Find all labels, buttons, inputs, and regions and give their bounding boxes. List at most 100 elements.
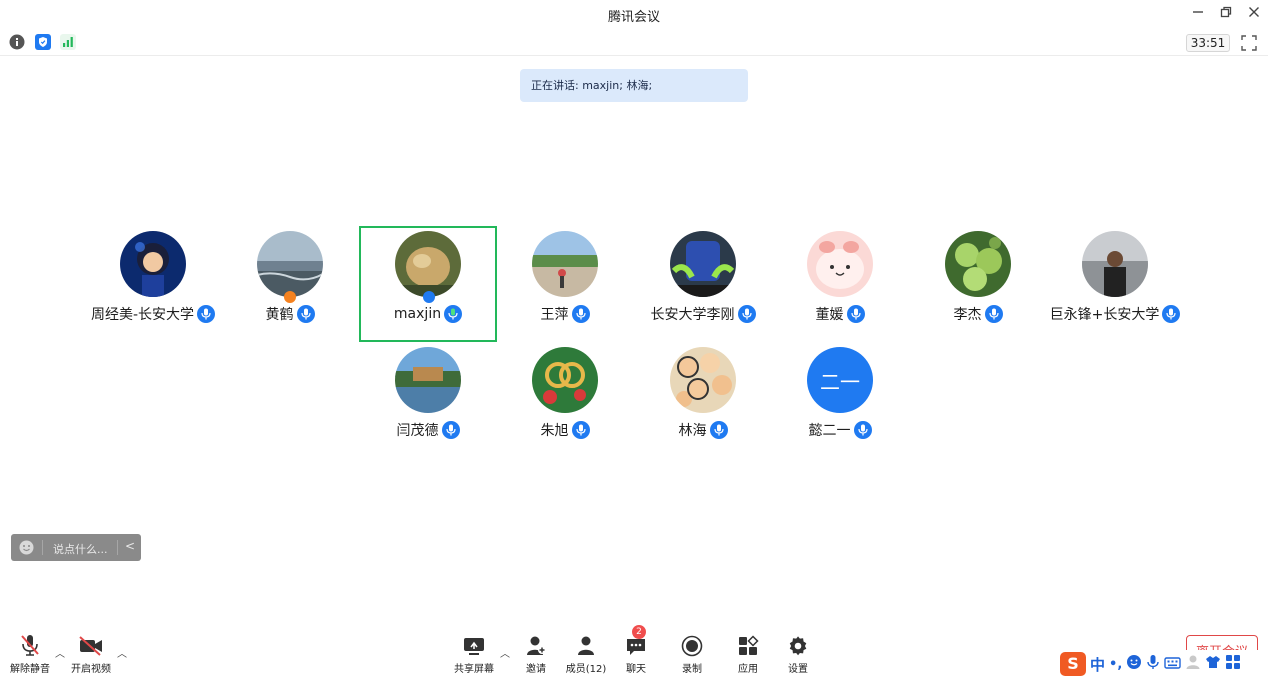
participant-name: 李杰 [953, 307, 982, 323]
ime-keyboard-icon[interactable] [1164, 655, 1181, 674]
participant-tile[interactable]: 朱旭 [496, 342, 634, 458]
avatar [807, 231, 873, 297]
collapse-chat-button[interactable]: < [125, 539, 135, 553]
avatar [257, 231, 323, 297]
members-label: 成员(12) [565, 664, 607, 675]
restore-icon[interactable] [1214, 4, 1238, 24]
ime-emoji-icon[interactable] [1126, 654, 1142, 674]
mic-icon [441, 421, 460, 439]
emoji-icon[interactable] [19, 540, 34, 555]
ime-menu-icon[interactable] [1225, 654, 1241, 674]
apps-icon [734, 633, 762, 657]
gear-icon [784, 633, 812, 657]
share-screen-icon [452, 633, 496, 657]
ime-user-icon[interactable] [1185, 654, 1201, 674]
participant-tile[interactable]: 董媛 [771, 226, 909, 342]
mic-icon [853, 421, 872, 439]
chat-quick-input[interactable]: 说点什么... < [11, 534, 141, 561]
participant-name: 朱旭 [540, 423, 569, 439]
participant-tile[interactable]: 巨永锋+长安大学 [1046, 226, 1184, 342]
minimize-icon[interactable] [1186, 4, 1210, 24]
avatar: 二一 [807, 347, 873, 413]
user-badge-icon [423, 291, 435, 303]
participant-tile[interactable]: 王萍 [496, 226, 634, 342]
avatar [120, 231, 186, 297]
fullscreen-icon[interactable] [1240, 34, 1258, 52]
video-off-icon [68, 633, 114, 657]
shield-icon[interactable] [35, 34, 51, 50]
avatar [945, 231, 1011, 297]
participant-tile-active[interactable]: maxjin [359, 226, 497, 342]
mic-icon [984, 305, 1003, 323]
participant-tile[interactable]: 闫茂德 [359, 342, 497, 458]
ime-punct-toggle[interactable]: •, [1109, 657, 1122, 672]
participant-tile[interactable]: 黄鹤 [221, 226, 359, 342]
status-bar: 33:51 [0, 28, 1268, 56]
ime-voice-icon[interactable] [1146, 654, 1160, 674]
divider [117, 540, 118, 555]
info-icon[interactable] [9, 34, 25, 50]
apps-button[interactable]: 应用 [734, 633, 762, 675]
participant-name: 林海 [678, 423, 707, 439]
avatar [532, 347, 598, 413]
record-icon [678, 633, 706, 657]
unmute-button[interactable]: 解除静音 [8, 633, 52, 675]
mic-icon [571, 421, 590, 439]
ime-mode-toggle[interactable]: 中 [1090, 654, 1105, 675]
members-button[interactable]: 成员(12) [562, 633, 610, 675]
record-label: 录制 [682, 664, 702, 675]
avatar-initials: 二一 [820, 369, 860, 394]
mic-icon [296, 305, 315, 323]
avatar [395, 231, 461, 297]
share-screen-button[interactable]: 共享屏幕 [452, 633, 496, 675]
mic-icon [1162, 305, 1181, 323]
participant-name: maxjin [393, 306, 442, 322]
mic-icon [571, 305, 590, 323]
participant-tile[interactable]: 二一 懿二一 [771, 342, 909, 458]
mic-active-icon [444, 305, 463, 323]
avatar [1082, 231, 1148, 297]
signal-icon[interactable] [60, 34, 76, 50]
host-badge-icon [284, 291, 296, 303]
participant-tile[interactable]: 李杰 [909, 226, 1047, 342]
chevron-up-icon[interactable]: ︿ [500, 645, 510, 660]
unmute-label: 解除静音 [10, 664, 50, 675]
window-title: 腾讯会议 [607, 10, 660, 25]
ime-skin-icon[interactable] [1205, 654, 1221, 674]
settings-label: 设置 [788, 664, 808, 675]
participant-name: 周经美-长安大学 [90, 307, 195, 323]
settings-button[interactable]: 设置 [784, 633, 812, 675]
chat-button[interactable]: 2 聊天 [622, 625, 650, 675]
participant-tile[interactable]: 周经美-长安大学 [84, 226, 222, 342]
participant-tile[interactable]: 长安大学李刚 [634, 226, 772, 342]
ime-toolbar: S 中 •, [1058, 650, 1268, 678]
participant-name: 闫茂德 [396, 423, 439, 439]
participant-tile[interactable]: 林海 [634, 342, 772, 458]
speaking-banner: 正在讲话: maxjin; 林海; [520, 69, 748, 102]
close-icon[interactable] [1242, 4, 1266, 24]
share-label: 共享屏幕 [454, 664, 494, 675]
record-button[interactable]: 录制 [678, 633, 706, 675]
participant-name: 王萍 [540, 307, 569, 323]
mic-icon [197, 305, 216, 323]
sogou-logo[interactable]: S [1060, 652, 1086, 676]
chevron-up-icon[interactable]: ︿ [117, 645, 127, 660]
participant-name: 懿二一 [808, 423, 851, 439]
invite-button[interactable]: 邀请 [520, 633, 552, 675]
avatar [532, 231, 598, 297]
chevron-up-icon[interactable]: ︿ [55, 645, 65, 660]
chat-placeholder: 说点什么... [53, 543, 108, 556]
mic-muted-icon [8, 633, 52, 657]
invite-label: 邀请 [526, 664, 546, 675]
mic-icon [737, 305, 756, 323]
unread-badge: 2 [632, 625, 646, 639]
members-icon [562, 633, 610, 657]
participant-name: 巨永锋+长安大学 [1049, 307, 1160, 323]
add-user-icon [520, 633, 552, 657]
start-video-button[interactable]: 开启视频 [68, 633, 114, 675]
participant-name: 黄鹤 [265, 307, 294, 323]
avatar [670, 347, 736, 413]
mic-active-icon [709, 421, 728, 439]
avatar [395, 347, 461, 413]
participant-name: 长安大学李刚 [650, 307, 735, 323]
